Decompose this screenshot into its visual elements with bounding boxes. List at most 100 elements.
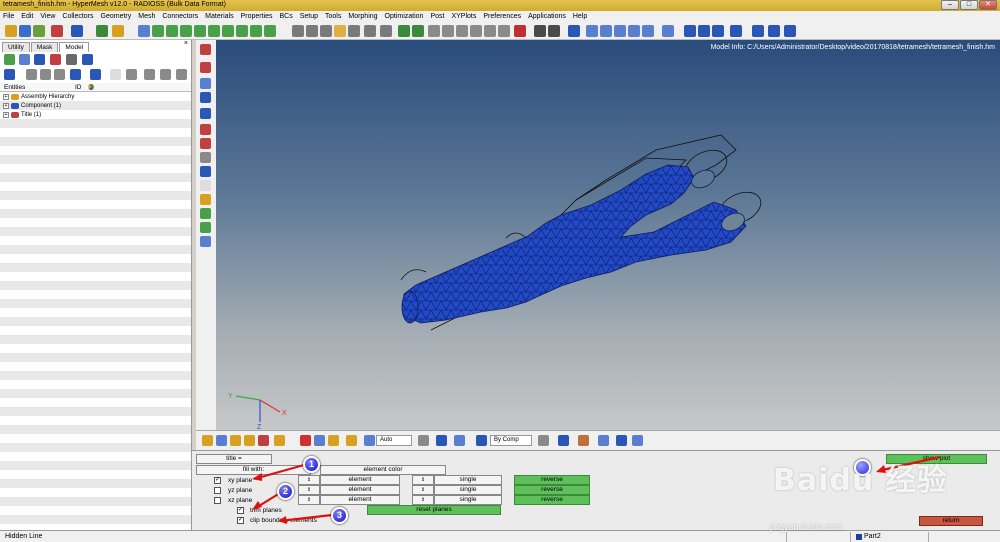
fit-view-icon[interactable] xyxy=(292,25,304,37)
mask-icon[interactable] xyxy=(200,62,211,73)
node-display-icon[interactable] xyxy=(230,435,241,446)
layout-1-icon[interactable] xyxy=(586,25,598,37)
filter-icon[interactable] xyxy=(70,69,81,80)
xz-plane-mode-field[interactable]: single xyxy=(434,495,502,505)
expand-icon[interactable]: + xyxy=(3,93,9,100)
select-element-icon[interactable] xyxy=(194,25,206,37)
solver-icon[interactable] xyxy=(71,25,83,37)
tab-model[interactable]: Model xyxy=(59,42,90,52)
element-icon[interactable] xyxy=(200,138,211,149)
menu-applications[interactable]: Applications xyxy=(528,13,566,20)
reverse-display-icon[interactable] xyxy=(40,69,51,80)
return-button[interactable]: return xyxy=(919,516,983,526)
abc-icon[interactable] xyxy=(200,208,211,219)
trim-planes-checkbox[interactable]: ✓ xyxy=(237,507,244,514)
transparency-icon[interactable] xyxy=(768,25,780,37)
layout-3-icon[interactable] xyxy=(614,25,626,37)
abc-2-icon[interactable] xyxy=(200,222,211,233)
user-icon[interactable] xyxy=(96,25,108,37)
save-model-icon[interactable] xyxy=(19,25,31,37)
tab-utility[interactable]: Utility xyxy=(2,42,30,52)
xy-plane-entity-toggle[interactable]: ⇕ xyxy=(298,475,320,485)
display-all-icon[interactable] xyxy=(4,69,15,80)
rotate-icon[interactable] xyxy=(348,25,360,37)
tree-item-assembly[interactable]: + Assembly Hierarchy xyxy=(3,92,74,101)
yz-plane-entity-field[interactable]: element xyxy=(320,485,400,495)
view-right-icon[interactable] xyxy=(484,25,496,37)
open-model-icon[interactable] xyxy=(5,25,17,37)
select-assembly-icon[interactable] xyxy=(236,25,248,37)
tree-item-component[interactable]: + Component (1) xyxy=(3,101,61,110)
solid-cube-icon[interactable] xyxy=(558,435,569,446)
mesh-color-icon[interactable] xyxy=(712,25,724,37)
view-left-icon[interactable] xyxy=(470,25,482,37)
plane-icon[interactable] xyxy=(598,435,609,446)
pan-hand-icon[interactable] xyxy=(334,25,346,37)
layout-4-icon[interactable] xyxy=(628,25,640,37)
component-icon[interactable] xyxy=(34,54,45,65)
panel-close-icon[interactable]: × xyxy=(184,40,188,47)
text-icon[interactable] xyxy=(548,25,560,37)
view-top-icon[interactable] xyxy=(442,25,454,37)
menu-view[interactable]: View xyxy=(40,13,55,20)
menu-xyplots[interactable]: XYPlots xyxy=(451,13,476,20)
shading-mode-icon[interactable] xyxy=(364,435,375,446)
title-button[interactable]: title = xyxy=(196,454,272,464)
view-iso-icon[interactable] xyxy=(428,25,440,37)
color-by-icon[interactable] xyxy=(476,435,487,446)
menu-edit[interactable]: Edit xyxy=(21,13,33,20)
xy-plane-reverse-button[interactable]: reverse xyxy=(514,475,590,485)
select-component-icon[interactable] xyxy=(208,25,220,37)
normals-icon[interactable] xyxy=(616,435,627,446)
toggle-icon[interactable] xyxy=(200,44,211,55)
material-icon[interactable] xyxy=(50,54,61,65)
tree-item-title[interactable]: + Title (1) xyxy=(3,110,41,119)
xz-plane-checkbox[interactable] xyxy=(214,497,221,504)
select-all-icon[interactable] xyxy=(264,25,276,37)
view-back-icon[interactable] xyxy=(514,25,526,37)
geometry-color-icon[interactable] xyxy=(730,25,742,37)
select-surface-icon[interactable] xyxy=(180,25,192,37)
close-button[interactable]: ✕ xyxy=(979,0,997,10)
distance-icon[interactable] xyxy=(412,25,424,37)
center-icon[interactable] xyxy=(380,25,392,37)
hide-icon[interactable] xyxy=(160,69,171,80)
search-icon[interactable] xyxy=(126,69,137,80)
menu-tools[interactable]: Tools xyxy=(325,13,341,20)
frame-icon[interactable] xyxy=(200,236,211,247)
view-front-icon[interactable] xyxy=(498,25,510,37)
expand-icon[interactable]: + xyxy=(3,111,9,118)
menu-collectors[interactable]: Collectors xyxy=(62,13,93,20)
menu-mesh[interactable]: Mesh xyxy=(138,13,155,20)
zoom-in-icon[interactable] xyxy=(306,25,318,37)
import-solver-icon[interactable] xyxy=(4,54,15,65)
element-display-icon[interactable] xyxy=(216,435,227,446)
plot-icon[interactable] xyxy=(200,78,211,89)
menu-help[interactable]: Help xyxy=(573,13,587,20)
menu-post[interactable]: Post xyxy=(430,13,444,20)
lasso-icon[interactable] xyxy=(418,435,429,446)
yz-plane-checkbox[interactable] xyxy=(214,487,221,494)
layout-2-icon[interactable] xyxy=(600,25,612,37)
component-color-icon[interactable] xyxy=(684,25,696,37)
folder-icon[interactable] xyxy=(112,25,124,37)
isolate-icon[interactable] xyxy=(26,69,37,80)
xy-plane-checkbox[interactable]: ✓ xyxy=(214,477,221,484)
assembly-icon[interactable] xyxy=(82,54,93,65)
expand-icon[interactable] xyxy=(54,69,65,80)
zoom-out-icon[interactable] xyxy=(320,25,332,37)
measure-icon[interactable] xyxy=(398,25,410,37)
yz-plane-mode-toggle[interactable]: ⇕ xyxy=(412,485,434,495)
delete-icon[interactable] xyxy=(300,435,311,446)
yz-plane-mode-field[interactable]: single xyxy=(434,485,502,495)
element-color-button[interactable]: element color xyxy=(320,465,446,475)
load-display-icon[interactable] xyxy=(258,435,269,446)
text-label-icon[interactable] xyxy=(200,194,211,205)
menu-setup[interactable]: Setup xyxy=(300,13,318,20)
xy-plane-entity-field[interactable]: element xyxy=(320,475,400,485)
screen-icon[interactable] xyxy=(632,435,643,446)
info-icon[interactable] xyxy=(200,166,211,177)
layout-5-icon[interactable] xyxy=(642,25,654,37)
xy-plane-mode-toggle[interactable]: ⇕ xyxy=(412,475,434,485)
zoom-icon[interactable] xyxy=(138,25,150,37)
